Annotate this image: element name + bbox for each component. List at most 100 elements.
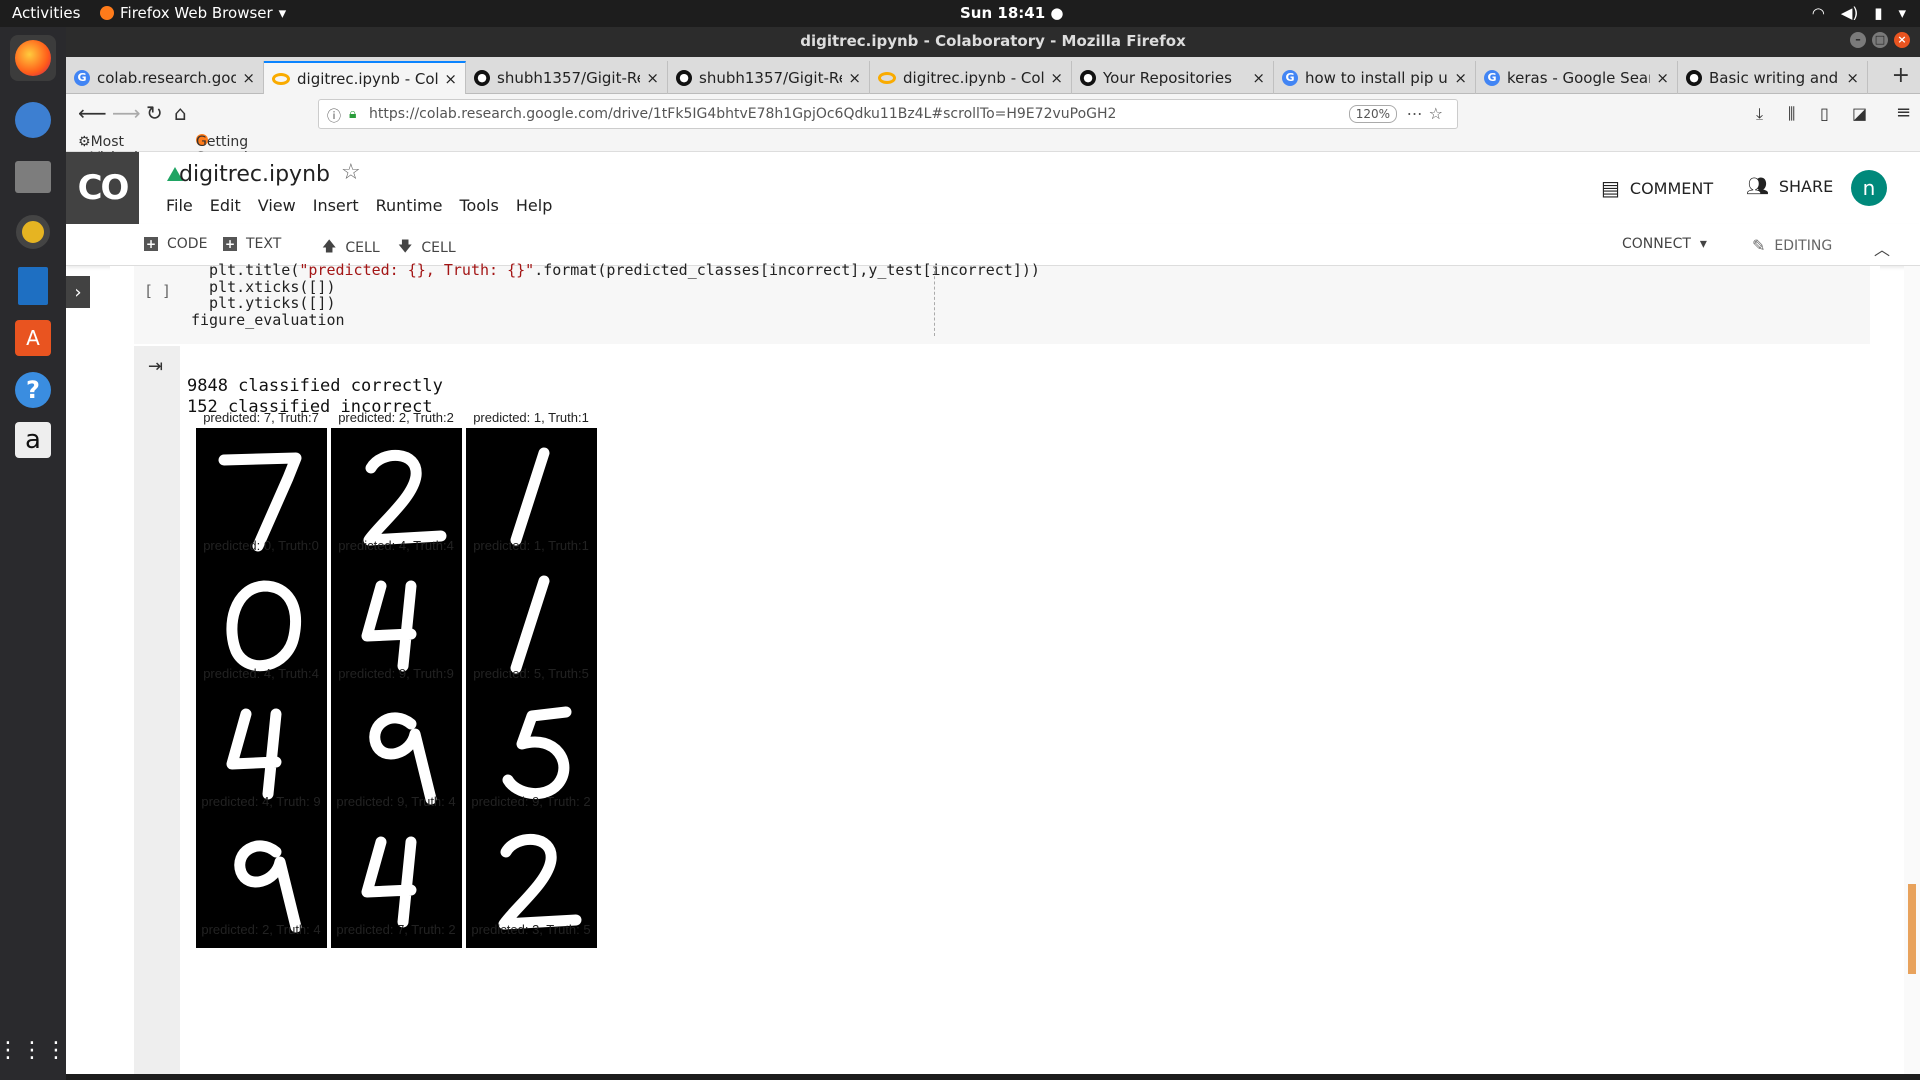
menu-help[interactable]: Help bbox=[516, 196, 552, 215]
code-line: plt.yticks([]) bbox=[191, 294, 336, 312]
sidebar-expand-button[interactable]: › bbox=[66, 276, 90, 308]
move-cell-up-button[interactable]: 🡅 CELL bbox=[322, 236, 380, 260]
code-editor[interactable]: plt.title("predicted: {}, Truth: {}".for… bbox=[191, 262, 1040, 328]
close-tab-icon[interactable]: × bbox=[1050, 69, 1063, 87]
help-launcher[interactable]: ? bbox=[10, 367, 56, 413]
browser-tab[interactable]: digitrec.ipynb - Colab × bbox=[264, 61, 466, 94]
download-icon[interactable]: ⤓ bbox=[1756, 104, 1763, 124]
github-icon: ● bbox=[474, 69, 490, 86]
code-line: .format(predicted_classes[incorrect],y_t… bbox=[534, 261, 1040, 279]
menu-edit[interactable]: Edit bbox=[210, 196, 241, 215]
browser-tab[interactable]: Gcolab.research.googl × bbox=[66, 61, 264, 94]
firefox-icon bbox=[100, 6, 114, 20]
code-line: plt.xticks([]) bbox=[191, 277, 336, 296]
comment-button[interactable]: ▤ COMMENT bbox=[1601, 176, 1713, 200]
digit-figure: predicted: 3, Truth: 5 bbox=[457, 922, 605, 1072]
close-tab-icon[interactable]: × bbox=[1846, 69, 1859, 87]
notebook-title[interactable]: digitrec.ipynb bbox=[179, 162, 330, 187]
software-launcher[interactable]: A bbox=[10, 315, 56, 361]
code-cell[interactable]: [ ] plt.title("predicted: {}, Truth: {}"… bbox=[134, 262, 1870, 344]
sidebar-icon[interactable]: ▯ bbox=[1820, 104, 1829, 123]
close-tab-icon[interactable]: × bbox=[646, 69, 659, 87]
tab-title: how to install pip ubu bbox=[1305, 68, 1448, 87]
close-tab-icon[interactable]: × bbox=[242, 69, 255, 87]
google-icon: G bbox=[74, 69, 90, 86]
page-scrollbar[interactable] bbox=[1904, 266, 1920, 1076]
notebook-content: [ ] plt.title("predicted: {}, Truth: {}"… bbox=[110, 262, 1880, 1076]
maximize-button[interactable]: □ bbox=[1872, 32, 1888, 48]
output-line: 9848 classified correctly bbox=[187, 376, 443, 396]
firefox-launcher[interactable] bbox=[10, 35, 56, 81]
digit-image bbox=[331, 940, 462, 948]
colab-logo[interactable]: CO bbox=[66, 152, 139, 224]
writer-launcher[interactable] bbox=[10, 263, 56, 309]
code-line: figure_evaluation bbox=[191, 310, 345, 329]
close-tab-icon[interactable]: × bbox=[1656, 69, 1669, 87]
minimize-button[interactable]: – bbox=[1850, 32, 1866, 48]
colab-icon bbox=[272, 72, 290, 85]
connect-label: CONNECT bbox=[1622, 236, 1691, 252]
close-tab-icon[interactable]: × bbox=[1454, 69, 1467, 87]
menu-tools[interactable]: Tools bbox=[459, 196, 498, 215]
zoom-level[interactable]: 120% bbox=[1348, 105, 1397, 123]
browser-tab[interactable]: ● Your Repositories × bbox=[1072, 61, 1274, 94]
add-code-button[interactable]: + CODE bbox=[144, 236, 207, 252]
scrollbar-thumb[interactable] bbox=[1908, 884, 1916, 974]
output-cell: ⇥ 9848 classified correctly 152 classifi… bbox=[134, 346, 1870, 1076]
url-bar[interactable]: ⓘ 🔒︎ https://colab.research.google.com/d… bbox=[318, 99, 1458, 129]
collapse-header-button[interactable]: ︿ bbox=[1874, 236, 1890, 260]
thunderbird-launcher[interactable] bbox=[10, 97, 56, 143]
move-cell-down-button[interactable]: 🡇 CELL bbox=[398, 236, 456, 260]
activities-button[interactable]: Activities bbox=[12, 4, 80, 22]
url-text[interactable]: https://colab.research.google.com/drive/… bbox=[369, 106, 1116, 122]
home-button[interactable]: ⌂ bbox=[174, 101, 187, 125]
browser-tab[interactable]: ● shubh1357/Gigit-Rec × bbox=[466, 61, 668, 94]
mail-icon bbox=[15, 102, 51, 138]
editing-mode-button[interactable]: ✎ EDITING bbox=[1752, 236, 1832, 255]
library-icon[interactable]: ⫼ bbox=[1788, 104, 1795, 124]
files-launcher[interactable] bbox=[10, 154, 56, 200]
menu-view[interactable]: View bbox=[258, 196, 296, 215]
bookmark-most-visited[interactable]: ⚙ Most Visited bbox=[78, 134, 138, 166]
close-tab-icon[interactable]: × bbox=[848, 69, 861, 87]
back-button[interactable]: ⟵ bbox=[78, 101, 107, 125]
tab-title: shubh1357/Gigit-Rec bbox=[497, 68, 641, 87]
show-apps-button[interactable]: ⋮⋮⋮ bbox=[0, 1027, 67, 1073]
share-button[interactable]: 👥︎ SHARE bbox=[1746, 176, 1833, 197]
clock[interactable]: Sun 18:41 ● bbox=[960, 4, 1063, 22]
menu-runtime[interactable]: Runtime bbox=[376, 196, 443, 215]
files-icon bbox=[15, 161, 51, 193]
google-icon: G bbox=[1282, 69, 1298, 86]
menu-file[interactable]: File bbox=[166, 196, 193, 215]
browser-tab[interactable]: Gkeras - Google Search × bbox=[1476, 61, 1678, 94]
new-tab-button[interactable]: + bbox=[1892, 63, 1910, 88]
tab-title: keras - Google Search bbox=[1507, 68, 1650, 87]
avatar[interactable]: n bbox=[1851, 170, 1887, 206]
info-icon[interactable]: ⓘ bbox=[327, 106, 341, 126]
figure-title: predicted: 3, Truth: 5 bbox=[471, 922, 591, 937]
rhythmbox-launcher[interactable] bbox=[10, 209, 56, 255]
amazon-launcher[interactable]: a bbox=[10, 417, 56, 463]
browser-tab[interactable]: digitrec.ipynb - Colab × bbox=[870, 61, 1072, 94]
page-actions-icon[interactable]: ⋯☆ bbox=[1407, 104, 1449, 123]
browser-tab[interactable]: Ghow to install pip ubu × bbox=[1274, 61, 1476, 94]
figure-title: predicted: 0, Truth:0 bbox=[203, 538, 319, 553]
hamburger-menu-icon[interactable]: ≡ bbox=[1896, 102, 1911, 123]
close-tab-icon[interactable]: × bbox=[444, 70, 457, 88]
system-tray[interactable]: ◠ ◀) ▮ ▾ bbox=[1812, 4, 1906, 22]
app-menu[interactable]: Firefox Web Browser ▾ bbox=[100, 4, 286, 22]
close-tab-icon[interactable]: × bbox=[1252, 69, 1265, 87]
star-icon[interactable]: ☆ bbox=[341, 160, 361, 185]
connect-button[interactable]: CONNECT ▾ bbox=[1622, 236, 1707, 252]
run-cell-button[interactable]: [ ] bbox=[144, 282, 171, 300]
browser-tab[interactable]: ● shubh1357/Gigit-Rec × bbox=[668, 61, 870, 94]
reload-button[interactable]: ↻ bbox=[146, 101, 163, 125]
close-window-button[interactable]: × bbox=[1894, 32, 1910, 48]
add-text-button[interactable]: + TEXT bbox=[223, 236, 281, 252]
menu-insert[interactable]: Insert bbox=[313, 196, 359, 215]
browser-tab[interactable]: ● Basic writing and for × bbox=[1678, 61, 1868, 94]
output-icon[interactable]: ⇥ bbox=[148, 356, 163, 377]
dock: A ? a ⋮⋮⋮ bbox=[0, 27, 67, 1080]
forward-button[interactable]: ⟶ bbox=[112, 101, 141, 125]
screenshot-icon[interactable]: ◪ bbox=[1852, 104, 1867, 123]
